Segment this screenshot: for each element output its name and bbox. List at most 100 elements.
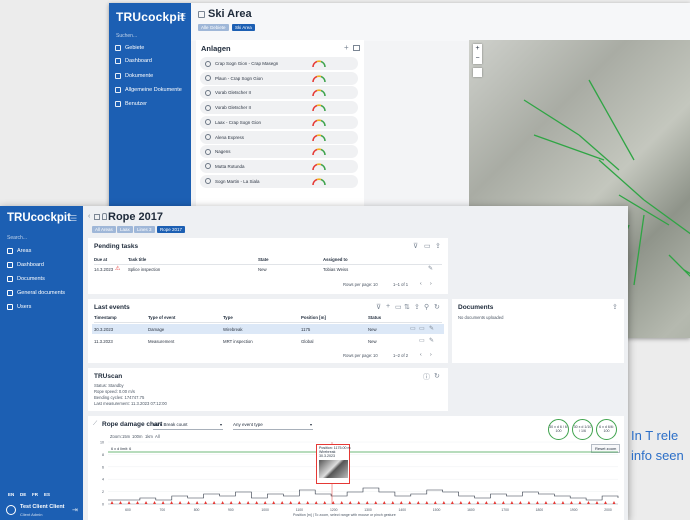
menu-icon[interactable]: ☰ [70, 214, 77, 223]
event-marker[interactable] [425, 501, 429, 504]
language-de[interactable]: DE [20, 492, 26, 497]
language-en[interactable]: EN [8, 492, 14, 497]
edit-icon[interactable]: ✎ [429, 337, 434, 344]
export-icon[interactable]: ⇪ [414, 303, 420, 311]
event-marker[interactable] [603, 501, 607, 504]
list-item[interactable]: Mutta Rotunda [200, 159, 358, 173]
event-marker[interactable] [467, 501, 471, 504]
event-marker[interactable] [527, 501, 531, 504]
search-input[interactable]: Search... [7, 235, 27, 241]
avatar[interactable] [6, 505, 16, 515]
event-marker[interactable] [119, 501, 123, 504]
event-marker[interactable] [357, 501, 361, 504]
search-input[interactable]: Suchen... [116, 33, 137, 39]
event-marker[interactable] [612, 501, 616, 504]
rows-per-page-select[interactable]: 10 [373, 353, 378, 358]
event-marker[interactable] [161, 501, 165, 504]
event-marker[interactable] [501, 501, 505, 504]
sidebar-item-users[interactable]: Users [7, 304, 31, 310]
event-marker[interactable] [187, 501, 191, 504]
rows-per-page-select[interactable]: 10 [373, 282, 378, 287]
event-marker[interactable] [535, 501, 539, 504]
event-marker[interactable] [569, 501, 573, 504]
edit-icon[interactable]: ✎ [429, 325, 434, 332]
event-marker[interactable] [493, 501, 497, 504]
event-marker[interactable] [595, 501, 599, 504]
sidebar-item-allgemeine-dokumente[interactable]: Allgemeine Dokumente [115, 87, 182, 93]
folder-icon[interactable]: ▭ [419, 325, 425, 332]
event-marker[interactable] [459, 501, 463, 504]
event-marker[interactable] [280, 501, 284, 504]
event-marker[interactable] [127, 501, 131, 504]
sidebar-item-areas[interactable]: Areas [7, 248, 31, 254]
list-item[interactable]: Laax - Crap Sogn Gion [200, 115, 358, 129]
logout-icon[interactable]: ⇥ [72, 506, 78, 514]
add-icon[interactable]: + [344, 43, 349, 52]
event-marker[interactable] [484, 501, 488, 504]
filter-icon[interactable]: ⊽ [413, 242, 418, 250]
info-icon[interactable]: ⓘ [423, 372, 430, 382]
sidebar-item-dokumente[interactable]: Dokumente [115, 73, 153, 79]
list-item[interactable]: Vorab Gletscher II [200, 101, 358, 115]
event-marker[interactable] [136, 501, 140, 504]
refresh-icon[interactable]: ↻ [434, 303, 440, 311]
event-marker[interactable] [246, 501, 250, 504]
refresh-icon[interactable]: ↻ [434, 372, 440, 380]
event-marker[interactable] [289, 501, 293, 504]
search-icon[interactable]: ⚲ [424, 303, 429, 311]
list-item[interactable]: Plaun - Crap Sogn Gion [200, 71, 358, 85]
prev-page-icon[interactable]: ‹ [420, 352, 422, 358]
sidebar-item-dashboard[interactable]: Dashboard [7, 262, 44, 268]
calendar-icon[interactable]: ▭ [424, 242, 431, 250]
event-marker[interactable] [195, 501, 199, 504]
event-marker[interactable] [144, 501, 148, 504]
event-marker[interactable] [561, 501, 565, 504]
event-marker[interactable] [348, 501, 352, 504]
filter-icon[interactable]: ⊽ [376, 303, 381, 311]
language-es[interactable]: ES [44, 492, 50, 497]
sidebar-item-benutzer[interactable]: Benutzer [115, 101, 147, 107]
calendar-icon[interactable]: ▭ [395, 303, 402, 311]
event-marker[interactable] [306, 501, 310, 504]
calendar-icon[interactable] [353, 45, 360, 51]
event-marker[interactable] [229, 501, 233, 504]
event-marker[interactable] [433, 501, 437, 504]
next-page-icon[interactable]: › [430, 281, 432, 287]
event-marker[interactable] [365, 501, 369, 504]
table-row-selected[interactable] [92, 324, 444, 334]
upload-icon[interactable]: ⇪ [612, 303, 618, 311]
event-marker[interactable] [442, 501, 446, 504]
event-marker[interactable] [578, 501, 582, 504]
event-marker[interactable] [374, 501, 378, 504]
event-marker[interactable] [544, 501, 548, 504]
breadcrumb-item[interactable]: Laax [117, 226, 133, 233]
event-marker[interactable] [382, 501, 386, 504]
sidebar-item-general-documents[interactable]: General documents [7, 290, 65, 296]
breadcrumb-item[interactable]: Alle Gebiete [198, 24, 229, 31]
back-icon[interactable]: ‹ [88, 213, 90, 220]
edit-icon[interactable]: ✎ [428, 265, 433, 272]
list-item[interactable]: Nagens [200, 145, 358, 159]
event-marker[interactable] [518, 501, 522, 504]
event-marker[interactable] [552, 501, 556, 504]
language-fr[interactable]: FR [32, 492, 38, 497]
event-marker[interactable] [297, 501, 301, 504]
calendar-icon[interactable]: ▭ [410, 325, 416, 332]
prev-page-icon[interactable]: ‹ [420, 281, 422, 287]
event-marker[interactable] [391, 501, 395, 504]
event-marker[interactable] [340, 501, 344, 504]
next-page-icon[interactable]: › [430, 352, 432, 358]
event-marker[interactable] [272, 501, 276, 504]
list-item[interactable]: Vorab Gletscher II [200, 86, 358, 100]
event-marker[interactable] [255, 501, 259, 504]
event-marker[interactable] [221, 501, 225, 504]
sidebar-item-gebiete[interactable]: Gebiete [115, 45, 144, 51]
list-item[interactable]: Alena Express [200, 130, 358, 144]
breadcrumb-item[interactable]: All Areas [92, 226, 116, 233]
breadcrumb-item[interactable]: Lines 3 [134, 226, 155, 233]
event-marker[interactable] [510, 501, 514, 504]
event-marker[interactable] [178, 501, 182, 504]
event-marker[interactable] [399, 501, 403, 504]
event-marker[interactable] [238, 501, 242, 504]
event-marker[interactable] [204, 501, 208, 504]
